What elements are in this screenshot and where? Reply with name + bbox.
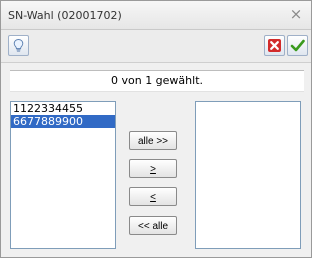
cancel-button[interactable] (264, 35, 285, 56)
selection-status: 0 von 1 gewählt. (10, 70, 304, 92)
close-icon[interactable]: × (289, 7, 303, 22)
move-one-right-label: > (150, 164, 156, 175)
confirm-button[interactable] (287, 35, 308, 56)
move-one-left-label: < (150, 192, 156, 203)
window-title: SN-Wahl (02001702) (8, 9, 122, 22)
list-item[interactable]: 6677889900 (11, 115, 115, 128)
chosen-list[interactable] (195, 101, 301, 249)
move-all-left-button[interactable]: << alle (129, 216, 177, 235)
move-one-right-button[interactable]: > (129, 159, 177, 178)
title-bar: SN-Wahl (02001702) × (1, 1, 311, 30)
move-all-right-button[interactable]: alle >> (129, 131, 177, 150)
green-check-icon (290, 39, 305, 52)
lightbulb-icon (13, 39, 24, 52)
move-one-left-button[interactable]: < (129, 187, 177, 206)
available-list[interactable]: 1122334455 6677889900 (10, 101, 116, 249)
dialog-window: SN-Wahl (02001702) × 0 von 1 gewählt. 11… (0, 0, 312, 258)
red-x-icon (268, 39, 281, 52)
list-item[interactable]: 1122334455 (11, 102, 115, 115)
toolbar (1, 30, 311, 63)
info-button[interactable] (8, 35, 29, 56)
